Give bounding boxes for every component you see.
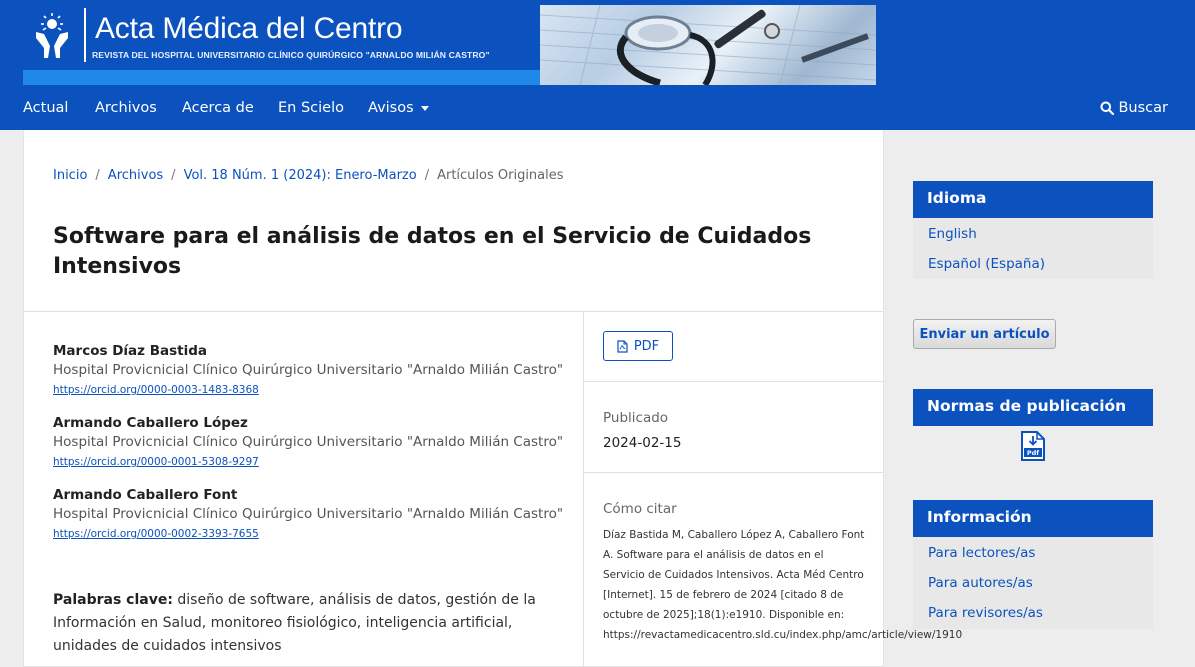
breadcrumb-separator: / bbox=[95, 168, 100, 183]
main-nav: Actual Archivos Acerca de En Scielo Avis… bbox=[0, 92, 1195, 128]
divider bbox=[584, 472, 883, 473]
published-label: Publicado bbox=[603, 410, 669, 426]
journal-logo-icon[interactable] bbox=[32, 12, 72, 60]
author-orcid-link[interactable]: https://orcid.org/0000-0003-1483-8368 bbox=[53, 384, 259, 396]
pdf-download-button[interactable]: PDF bbox=[603, 331, 673, 361]
breadcrumb-separator: / bbox=[424, 168, 430, 183]
nav-actual[interactable]: Actual bbox=[23, 100, 68, 116]
pdf-label: PDF bbox=[633, 338, 660, 354]
author-affiliation: Hospital Provicnicial Clínico Quirúrgico… bbox=[53, 506, 564, 522]
language-block: English Español (España) bbox=[913, 218, 1153, 279]
nav-avisos-label: Avisos bbox=[368, 100, 414, 116]
breadcrumb-home[interactable]: Inicio bbox=[53, 168, 87, 183]
article-title: Software para el análisis de datos en el… bbox=[53, 224, 812, 279]
author-affiliation: Hospital Provicnicial Clínico Quirúrgico… bbox=[53, 362, 564, 378]
nav-en-scielo[interactable]: En Scielo bbox=[278, 100, 344, 116]
nav-acerca-de[interactable]: Acerca de bbox=[182, 100, 254, 116]
language-spanish-link[interactable]: Español (España) bbox=[913, 249, 1153, 279]
breadcrumb: Inicio / Archivos / Vol. 18 Núm. 1 (2024): E… bbox=[53, 168, 564, 183]
author-orcid-link[interactable]: https://orcid.org/0000-0001-5308-9297 bbox=[53, 456, 259, 468]
brand-subtitle: REVISTA DEL HOSPITAL UNIVERSITARIO CLÍNI… bbox=[92, 50, 490, 60]
cite-label: Cómo citar bbox=[603, 501, 677, 517]
info-authors-link[interactable]: Para autores/as bbox=[913, 568, 1153, 598]
file-pdf-icon bbox=[617, 339, 628, 353]
breadcrumb-separator: / bbox=[171, 168, 176, 183]
keywords-label: Palabras clave: bbox=[53, 592, 173, 608]
norms-block-title[interactable]: Normas de publicación bbox=[913, 389, 1153, 426]
info-block: Para lectores/as Para autores/as Para re… bbox=[913, 537, 1153, 629]
search-label: Buscar bbox=[1118, 100, 1168, 116]
info-readers-link[interactable]: Para lectores/as bbox=[913, 538, 1153, 568]
pdf-document-icon[interactable]: Pdf bbox=[1021, 431, 1045, 461]
site-header: Acta Médica del Centro REVISTA DEL HOSPI… bbox=[0, 0, 1195, 130]
author-name: Armando Caballero Font bbox=[53, 487, 238, 503]
keywords: Palabras clave: diseño de software, anál… bbox=[53, 589, 563, 658]
published-date: 2024-02-15 bbox=[603, 435, 682, 451]
language-english-link[interactable]: English bbox=[913, 219, 1153, 249]
brand-title[interactable]: Acta Médica del Centro bbox=[95, 12, 403, 46]
chevron-down-icon bbox=[420, 105, 429, 111]
submit-article-button[interactable]: Enviar un artículo bbox=[913, 319, 1056, 349]
author-orcid-link[interactable]: https://orcid.org/0000-0002-3393-7655 bbox=[53, 528, 259, 540]
svg-text:Pdf: Pdf bbox=[1027, 449, 1039, 457]
author-name: Armando Caballero López bbox=[53, 415, 248, 431]
breadcrumb-issue[interactable]: Vol. 18 Núm. 1 (2024): Enero-Marzo bbox=[184, 168, 417, 183]
header-banner-image bbox=[540, 5, 876, 85]
citation-text: Díaz Bastida M, Caballero López A, Cabal… bbox=[603, 529, 963, 641]
info-reviewers-link[interactable]: Para revisores/as bbox=[913, 598, 1153, 628]
breadcrumb-archives[interactable]: Archivos bbox=[108, 168, 163, 183]
article-panel: Inicio / Archivos / Vol. 18 Núm. 1 (2024): E… bbox=[23, 130, 963, 667]
search-button[interactable]: Buscar bbox=[1100, 100, 1168, 116]
divider bbox=[583, 311, 584, 667]
search-icon bbox=[1100, 101, 1115, 115]
author-entry: Marcos Díaz Bastida Hospital Provicnicia… bbox=[53, 343, 563, 397]
language-block-title: Idioma bbox=[913, 181, 1153, 218]
divider bbox=[24, 311, 883, 312]
divider bbox=[584, 381, 883, 382]
author-name: Marcos Díaz Bastida bbox=[53, 343, 208, 359]
nav-archivos[interactable]: Archivos bbox=[95, 100, 157, 116]
breadcrumb-section: Artículos Originales bbox=[437, 168, 564, 183]
author-affiliation: Hospital Provicnicial Clínico Quirúrgico… bbox=[53, 434, 564, 450]
author-entry: Armando Caballero Font Hospital Provicni… bbox=[53, 487, 563, 541]
nav-avisos[interactable]: Avisos bbox=[368, 100, 429, 116]
info-block-title: Información bbox=[913, 500, 1153, 537]
author-entry: Armando Caballero López Hospital Provicn… bbox=[53, 415, 563, 469]
brand-strip bbox=[23, 70, 540, 85]
brand-divider bbox=[84, 8, 86, 62]
